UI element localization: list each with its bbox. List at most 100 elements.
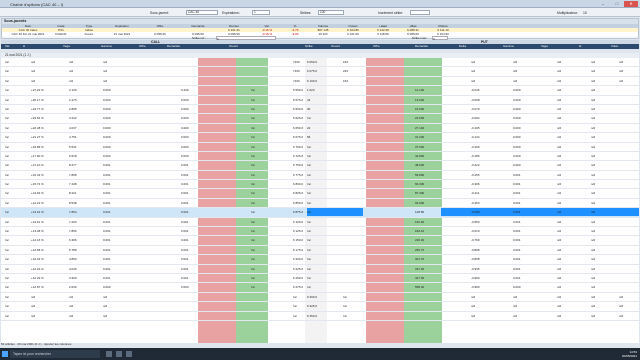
chain-col-header[interactable]: Offre — [373, 44, 380, 49]
taskbar-search[interactable]: Tapez ici pour rechercher — [10, 350, 100, 358]
chain-cell: 0.001 — [513, 182, 521, 187]
chain-row[interactable]: Inc +24.77 % 2.898 0.000 0.000 Inc 6 600.0 30 15… — [1, 105, 639, 115]
chain-col-header[interactable]: Vega — [541, 44, 548, 49]
chain-col-header[interactable]: Gamma — [503, 44, 514, 49]
chain-cell: n/d — [557, 125, 562, 130]
atm-highlight — [327, 208, 363, 217]
chain-cell: -0.980 — [471, 285, 480, 290]
chain-row[interactable]: Inc +12.16 % 6.396 0.001 0.001 Inc 6 150.0 Inc 2… — [1, 236, 639, 246]
chain-row[interactable]: Inc +12.21 % 4.040 0.001 0.001 Inc 6 225.0 Inc 3… — [1, 265, 639, 274]
chain-cell: 0.000 — [181, 153, 189, 158]
chain-row[interactable]: Inc +23.64 % 3.442 0.000 0.000 Inc 6 625.0 Inc 2… — [1, 114, 639, 124]
sous-jacent-select[interactable]: CAC 40 — [186, 10, 218, 15]
chain-cell: 0.001 — [181, 182, 189, 187]
chain-col-header[interactable]: Volat. — [611, 44, 619, 49]
chain-cell: n/d — [69, 313, 74, 318]
chain-col-header[interactable]: Δ — [23, 44, 25, 49]
chain-cell: 154 — [343, 78, 349, 83]
chain-cell: n/d — [557, 163, 562, 168]
chain-row[interactable]: Inc +27.22 % 2.130 0.000 0.440 Inc 6 550.0 1 02… — [1, 86, 639, 96]
browser-icon[interactable] — [126, 351, 132, 357]
chain-cell: 0.001 — [181, 163, 189, 168]
increment-select[interactable] — [410, 10, 430, 15]
expiration-select[interactable]: 1 — [252, 10, 270, 15]
chain-cell: 0.000 — [103, 88, 111, 93]
chain-row[interactable]: Inc +16.43 % 7.868 0.001 0.001 Inc 6 775.0 Inc 5… — [1, 171, 639, 181]
chain-col-header[interactable]: Gamma — [101, 44, 112, 49]
chain-cell: 0.000 — [181, 116, 189, 121]
chain-col-header[interactable]: Offre — [139, 44, 146, 49]
chain-col-header[interactable]: Demande — [167, 44, 180, 49]
chain-cell: 0.001 — [181, 172, 189, 177]
chain-cell: 234 — [343, 69, 349, 74]
chain-row[interactable]: Inc n/d n/d n/d 7100 6 050.0 164 n/d n/d n/d n/d n/… — [1, 58, 639, 68]
chain-row[interactable]: Inc +12.44 % 4.860 0.001 0.001 Inc 6 200.0 Inc 3… — [1, 255, 639, 265]
chain-cell: n/d — [591, 200, 596, 205]
chain-row[interactable]: Inc +13.48 % 7.866 0.001 0.001 Inc 6 125.0 Inc 1… — [1, 227, 639, 237]
chain-row[interactable]: Inc +13.61 % 7.200 0.001 0.001 Inc 6 100.0 Inc 1… — [1, 218, 639, 228]
chain-col-header[interactable]: Demande — [415, 44, 428, 49]
chain-row[interactable]: Inc n/d n/d n/d Inc 6 350.0 Inc n/d n/d n/d n/d n/d — [1, 312, 639, 321]
chain-cell: 0.001 — [513, 210, 521, 215]
chain-row[interactable]: Inc n/d n/d n/d 7100 6 100.0 154 n/d n/d n/d n/d n/… — [1, 77, 639, 87]
chain-row[interactable]: Inc +26.17 % 2.475 0.000 0.000 Inc 6 575.0 44 13… — [1, 96, 639, 105]
chain-row[interactable]: Inc +15.74 % 7.448 0.001 0.001 Inc 6 800.0 Inc 6… — [1, 180, 639, 190]
chain-row[interactable]: Inc n/d n/d n/d Inc 6 325.0 Inc n/d n/d n/d n/d n/d — [1, 302, 639, 312]
chain-cell: 0.000 — [513, 97, 521, 102]
chain-row[interactable]: Inc +12.68 % 5.788 0.001 0.001 Inc 6 175.0 Inc 2… — [1, 246, 639, 256]
chain-cell: 128.80 — [415, 210, 425, 215]
chain-cell: Inc — [5, 60, 10, 64]
close-icon[interactable]: ✕ — [624, 1, 638, 7]
chain-col-header[interactable]: Delta — [459, 44, 466, 49]
chain-row[interactable]: Inc +12.29 % 3.300 0.001 0.001 Inc 6 250.0 Inc 4… — [1, 274, 639, 284]
chain-col-header[interactable]: Θ — [579, 44, 581, 49]
chain-row[interactable]: Inc n/d n/d n/d 7100 6 075.0 234 n/d n/d n/d n/d n/… — [1, 67, 639, 77]
task-view-icon[interactable] — [106, 351, 112, 357]
chain-cell: +27.22 % — [31, 88, 44, 93]
chain-cell: 6 125.0 — [293, 229, 304, 234]
chain-row[interactable]: Inc +22.48 % 4.037 0.000 0.000 Inc 6 650.0 22 27… — [1, 124, 639, 134]
chain-row[interactable]: Inc +19.86 % 5.541 0.000 0.000 Inc 6 700.0 Inc 3… — [1, 143, 639, 152]
chain-row[interactable]: Inc +12.87 % 2.630 0.000 0.000 Inc 6 275.0 Inc 5… — [1, 283, 639, 293]
chain-row[interactable]: Inc +17.10 % 8.277 0.001 0.001 Inc 6 750.0 Inc 4… — [1, 161, 639, 171]
chain-cell: Inc — [5, 313, 10, 318]
chain-cell: 0.001 — [103, 238, 111, 243]
minimize-icon[interactable]: – — [596, 1, 610, 7]
chain-row[interactable]: Inc +14.92 % 8.221 0.001 0.001 Inc 6 825.0 Inc 8… — [1, 189, 639, 199]
chain-cell: 6 350.0 — [307, 313, 318, 318]
chain-col-header[interactable]: Vega — [63, 44, 70, 49]
chain-col-header[interactable]: Ouvert — [229, 44, 238, 49]
chain-cell: 0.001 — [103, 257, 111, 262]
chain-cell: 4.040 — [69, 266, 77, 271]
chain-cell: Inc — [307, 172, 312, 177]
chain-cell: n/d — [471, 60, 476, 64]
chain-col-header[interactable]: Ouvert — [331, 44, 340, 49]
chain-cell: 0.001 — [103, 200, 111, 205]
chain-cell: n/d — [591, 275, 596, 280]
chain-cell: 0.000 — [513, 144, 521, 149]
chain-cell: n/d — [557, 257, 562, 262]
chain-cell: n/d — [591, 163, 596, 168]
chain-row[interactable]: Inc +14.21 % 8.538 0.001 0.001 Inc 6 850.0 Inc 9… — [1, 199, 639, 209]
chain-row[interactable]: Inc +21.27 % 4.751 0.000 0.000 Inc 6 675.0 56 31… — [1, 133, 639, 143]
chain-cell: Inc — [251, 266, 256, 271]
chain-cell: Inc — [307, 266, 312, 271]
chain-cell: -0.453 — [471, 200, 480, 205]
chain-cell: Inc — [307, 238, 312, 243]
windows-start-icon[interactable] — [2, 351, 8, 357]
chain-cell: Inc — [307, 191, 312, 196]
atm-row[interactable]: Inc +13.91 % 7.864 0.001 0.001 Inc 6 875.0 Inc 1… — [1, 208, 639, 218]
maximize-icon[interactable]: □ — [610, 1, 624, 7]
chain-row[interactable]: Inc n/d n/d n/d Inc 6 300.0 Inc n/d n/d n/d n/d n/d — [1, 293, 639, 303]
strikes-select[interactable]: 100 — [318, 10, 344, 15]
chain-col-header[interactable]: Strike — [305, 44, 313, 49]
chain-cell: 6 825.0 — [293, 191, 304, 196]
chain-cell: Inc — [5, 97, 10, 102]
chain-row[interactable]: Inc +17.90 % 6.618 0.000 0.000 Inc 6 725.0 Inc 4… — [1, 152, 639, 162]
chain-cell: n/d — [31, 294, 36, 299]
window-title: Chaîne d'options (CAC 40 – I) — [10, 2, 64, 7]
chain-cell: 6 700.0 — [293, 144, 304, 149]
chain-col-header[interactable]: Var. — [5, 44, 10, 49]
explorer-icon[interactable] — [116, 351, 122, 357]
chain-cell: Inc — [5, 191, 10, 196]
